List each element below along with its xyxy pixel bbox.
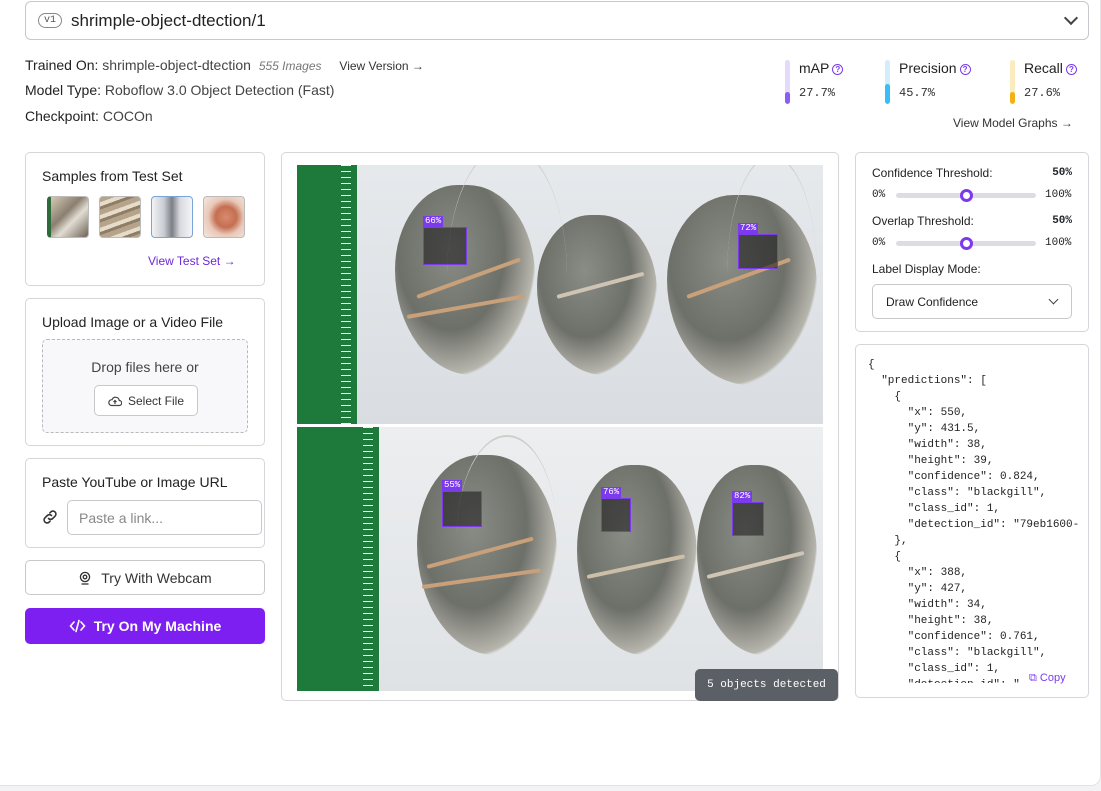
view-model-graphs-link[interactable]: View Model Graphs →: [953, 116, 1073, 130]
detection-box[interactable]: 82%: [732, 491, 764, 536]
copy-icon: ⧉: [1029, 672, 1037, 684]
copy-button[interactable]: ⧉ Copy: [1029, 672, 1066, 685]
metric-value: 27.7%: [799, 86, 836, 100]
link-icon: [43, 510, 57, 524]
detection-label: 82%: [732, 491, 753, 502]
sample-thumbnail[interactable]: [47, 196, 89, 238]
ruler: [297, 427, 379, 691]
detection-label: 66%: [423, 216, 444, 227]
ruler: [297, 165, 357, 425]
try-on-machine-button[interactable]: Try On My Machine: [25, 608, 265, 644]
metric-label: Precision: [899, 60, 957, 76]
drop-text: Drop files here or: [91, 359, 199, 375]
version-badge: v1: [38, 13, 63, 28]
samples-title: Samples from Test Set: [42, 168, 183, 184]
checkpoint-value: COCOn: [102, 108, 153, 124]
label-mode-label: Label Display Mode:: [872, 262, 981, 276]
url-card: Paste YouTube or Image URL Paste a link.…: [25, 458, 265, 548]
upload-title: Upload Image or a Video File: [42, 314, 224, 330]
confidence-slider[interactable]: [896, 189, 1036, 202]
chevron-down-icon: [1048, 294, 1059, 305]
confidence-value: 50%: [1052, 167, 1072, 179]
help-icon[interactable]: ?: [1065, 64, 1077, 75]
model-type-value: Roboflow 3.0 Object Detection (Fast): [104, 82, 335, 98]
inference-image: 66% 72% 55% 76% 82%: [297, 165, 823, 691]
drop-zone[interactable]: Drop files here or Select File: [42, 339, 248, 433]
copy-label: Copy: [1039, 672, 1066, 684]
upload-cloud-icon: [108, 396, 122, 406]
checkpoint-row: Checkpoint: COCOn: [25, 108, 153, 124]
webcam-label: Try With Webcam: [101, 569, 212, 586]
detection-box[interactable]: 76%: [601, 487, 631, 532]
samples-card: Samples from Test Set View Test Set →: [25, 152, 265, 286]
detection-box[interactable]: 72%: [738, 223, 778, 269]
settings-card: Confidence Threshold: 50% 0% 100% Overla…: [855, 152, 1089, 332]
metric-fill: [1010, 91, 1015, 104]
model-type-row: Model Type: Roboflow 3.0 Object Detectio…: [25, 82, 334, 98]
version-select[interactable]: v1 shrimple-object-dtection/1: [25, 1, 1089, 40]
metric-label: mAP: [799, 60, 830, 76]
view-version-link[interactable]: View Version →: [339, 59, 424, 73]
upload-card: Upload Image or a Video File Drop files …: [25, 298, 265, 446]
metric-label: Recall: [1024, 60, 1063, 76]
detection-label: 72%: [738, 223, 759, 234]
detection-label: 76%: [601, 487, 622, 498]
page: v1 shrimple-object-dtection/1 Trained On…: [0, 0, 1101, 786]
trained-on-label: Trained On:: [25, 57, 99, 73]
webcam-icon: [80, 571, 91, 585]
code-icon: [69, 619, 86, 633]
sample-thumbnail[interactable]: [151, 196, 193, 238]
detection-box[interactable]: 55%: [442, 480, 482, 527]
trained-on-value: shrimple-object-dtection: [102, 57, 251, 73]
version-name: shrimple-object-dtection/1: [71, 10, 266, 30]
sample-thumbnail[interactable]: [99, 196, 141, 238]
image-viewer: 66% 72% 55% 76% 82%: [281, 152, 839, 701]
sample-thumbnail[interactable]: [203, 196, 245, 238]
select-file-button[interactable]: Select File: [94, 385, 198, 416]
metric-fill: [885, 83, 890, 104]
confidence-min: 0%: [872, 189, 886, 201]
metric-bar: [885, 60, 890, 104]
detection-label: 55%: [442, 480, 463, 491]
overlap-slider-handle[interactable]: [960, 237, 973, 250]
url-input[interactable]: Paste a link...: [67, 500, 262, 535]
overlap-min: 0%: [872, 237, 886, 249]
overlap-label: Overlap Threshold:: [872, 214, 974, 228]
label-mode-value: Draw Confidence: [886, 294, 979, 309]
label-mode-select[interactable]: Draw Confidence: [872, 284, 1072, 319]
json-output-card: { "predictions": [ { "x": 550, "y": 431.…: [855, 344, 1089, 698]
image-count: 555 Images: [258, 59, 322, 73]
detection-box[interactable]: 66%: [423, 216, 467, 265]
overlap-slider[interactable]: [896, 237, 1036, 250]
trained-on-row: Trained On: shrimple-object-dtection 555…: [25, 57, 424, 73]
detection-count-badge: 5 objects detected: [695, 669, 838, 701]
metric-bar: [1010, 60, 1015, 104]
checkpoint-label: Checkpoint:: [25, 108, 99, 124]
metric-value: 27.6%: [1024, 86, 1061, 100]
json-output: { "predictions": [ { "x": 550, "y": 431.…: [868, 359, 1078, 683]
view-test-set-link[interactable]: View Test Set →: [148, 254, 236, 268]
confidence-label: Confidence Threshold:: [872, 166, 993, 180]
url-title: Paste YouTube or Image URL: [42, 474, 228, 490]
metric-fill: [785, 91, 790, 104]
webcam-button[interactable]: Try With Webcam: [25, 560, 265, 595]
help-icon[interactable]: ?: [959, 64, 971, 75]
help-icon[interactable]: ?: [832, 64, 844, 75]
metric-value: 45.7%: [899, 86, 936, 100]
overlap-max: 100%: [1045, 237, 1072, 249]
try-on-machine-label: Try On My Machine: [93, 618, 222, 634]
model-type-label: Model Type:: [25, 82, 102, 98]
confidence-max: 100%: [1045, 189, 1072, 201]
overlap-value: 50%: [1052, 215, 1072, 227]
confidence-slider-handle[interactable]: [960, 189, 973, 202]
chevron-down-icon: [1063, 10, 1079, 26]
metric-bar: [785, 60, 790, 104]
select-file-label: Select File: [127, 393, 185, 408]
